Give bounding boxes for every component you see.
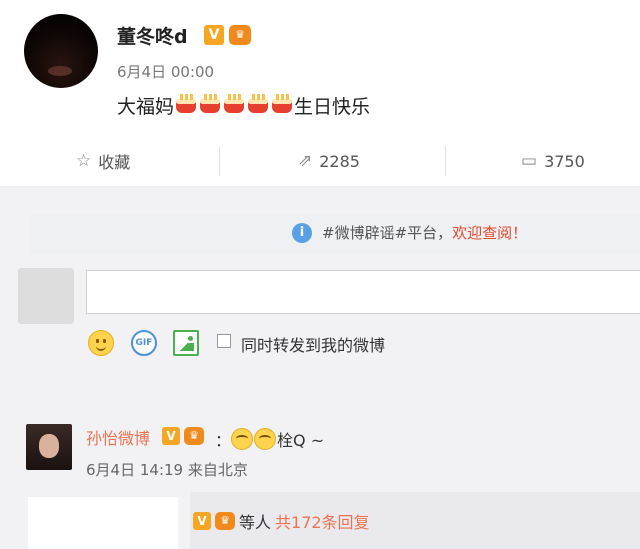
face-emoji-icon — [254, 428, 277, 450]
repost-icon: ⇗ — [298, 151, 313, 171]
commenter-badges: V ♛ — [162, 427, 204, 445]
cake-emoji-row — [174, 93, 294, 118]
post-action-bar: ☆ 收藏 ⇗ 2285 ▭ 3750 — [0, 140, 640, 182]
comment-button[interactable]: ▭ 3750 — [521, 140, 585, 182]
info-icon: i — [292, 222, 312, 243]
comment-text-suffix: 栓Q ~ — [277, 431, 325, 450]
comment-count: 3750 — [544, 151, 585, 171]
action-divider — [445, 146, 446, 176]
emoji-icon[interactable] — [88, 330, 114, 356]
repost-count: 2285 — [319, 151, 360, 171]
notice-text: #微博辟谣#平台， — [322, 224, 453, 242]
current-user-avatar — [18, 268, 74, 324]
rumor-notice: i #微博辟谣#平台， 欢迎查阅！ — [292, 222, 527, 243]
face-emoji-icon — [231, 428, 254, 450]
verified-v-icon: V — [162, 427, 180, 445]
image-icon[interactable] — [173, 330, 199, 356]
verified-v-icon: V — [193, 512, 211, 530]
gif-icon[interactable]: GIF — [131, 330, 157, 356]
vip-crown-icon: ♛ — [229, 25, 251, 45]
post-timestamp[interactable]: 6月4日 00:00 — [117, 61, 214, 82]
comment-text: ： 栓Q ~ — [215, 427, 324, 451]
author-badges: V ♛ — [204, 25, 251, 45]
reply-label: 等人 — [239, 513, 272, 532]
comment-colon: ： — [215, 431, 232, 450]
repost-button[interactable]: ⇗ 2285 — [298, 140, 360, 182]
verified-v-icon: V — [204, 25, 224, 45]
reply-count-link[interactable]: 共172条回复 — [275, 509, 370, 533]
post-text: 大福妈 生日快乐 — [117, 92, 370, 119]
cake-emoji — [199, 93, 221, 113]
vip-crown-icon: ♛ — [184, 427, 204, 445]
reply-avatars-placeholder — [28, 497, 178, 549]
favorite-label: 收藏 — [98, 153, 131, 172]
commenter-avatar[interactable] — [26, 424, 72, 470]
action-divider — [219, 146, 220, 176]
post-text-before: 大福妈 — [117, 96, 175, 118]
cake-emoji — [247, 93, 269, 113]
cake-emoji — [271, 93, 293, 113]
author-avatar[interactable] — [24, 14, 98, 88]
comment-icon: ▭ — [521, 151, 538, 171]
post-author-name[interactable]: 董冬咚d — [117, 22, 188, 49]
reply-info: V ♛ 等人 共172条回复 — [193, 509, 370, 533]
comment-meta: 6月4日 14:19 来自北京 — [86, 461, 248, 479]
vip-crown-icon: ♛ — [215, 512, 235, 530]
comment-input[interactable] — [86, 270, 640, 314]
star-icon: ☆ — [76, 151, 92, 171]
favorite-button[interactable]: ☆ 收藏 — [76, 140, 130, 182]
notice-link[interactable]: 欢迎查阅！ — [452, 222, 527, 243]
cake-emoji — [223, 93, 245, 113]
commenter-name[interactable]: 孙怡微博 — [86, 425, 150, 449]
forward-checkbox[interactable] — [217, 334, 231, 348]
cake-emoji — [175, 93, 197, 113]
forward-label[interactable]: 同时转发到我的微博 — [241, 332, 385, 356]
post-text-after: 生日快乐 — [294, 96, 371, 118]
